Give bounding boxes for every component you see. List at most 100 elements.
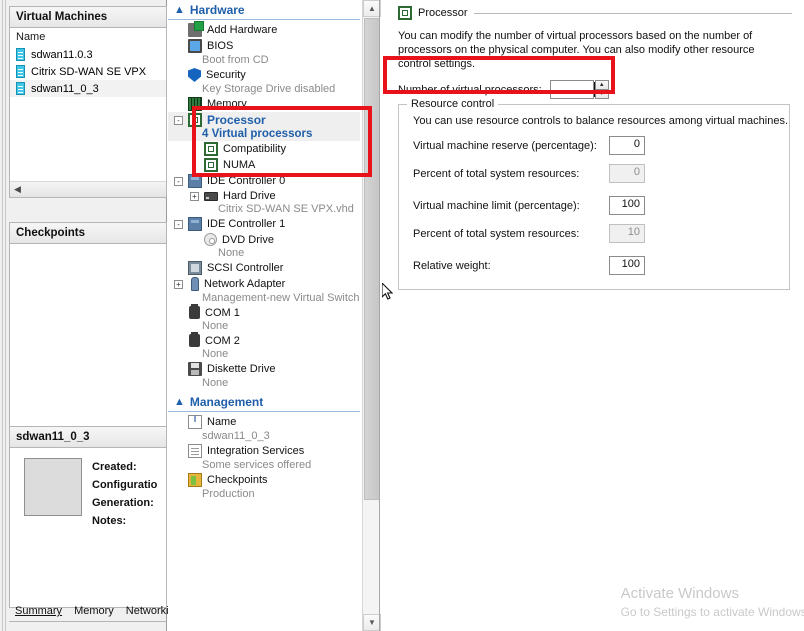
- section-header-management-label: Management: [189, 395, 264, 409]
- number-of-virtual-processors-stepper[interactable]: ▲ ▼: [549, 80, 609, 99]
- tree-node[interactable]: DVD Drive None: [168, 232, 360, 260]
- tree-node[interactable]: Memory: [168, 96, 360, 112]
- resource-control-field[interactable]: 100: [609, 196, 645, 215]
- tree-node-row[interactable]: BIOS: [168, 38, 360, 54]
- tree-node[interactable]: COM 1 None: [168, 304, 360, 333]
- tree-node-row[interactable]: SCSI Controller: [168, 260, 360, 276]
- vm-list[interactable]: sdwan11.0.3 Citrix SD-WAN SE VPX sdwan11_0…: [10, 46, 166, 97]
- tree-node-row[interactable]: + Hard Drive: [168, 189, 360, 203]
- tree-node-label: Name: [207, 416, 237, 428]
- tree-node-row[interactable]: Name: [168, 414, 360, 430]
- section-header-management[interactable]: ▲ Management: [168, 394, 360, 412]
- processor-icon: [188, 113, 202, 127]
- vm-horizontal-scrollbar[interactable]: ◀: [10, 181, 166, 197]
- collapse-icon[interactable]: -: [174, 115, 183, 125]
- tree-node[interactable]: BIOS Boot from CD: [168, 38, 360, 67]
- tree-node-row[interactable]: Integration Services: [168, 443, 360, 459]
- chevron-up-icon[interactable]: ▲: [174, 396, 185, 408]
- name-icon: [188, 414, 202, 429]
- vm-detail-tabs[interactable]: Summary Memory Networking: [9, 600, 181, 622]
- spin-down-icon[interactable]: ▼: [594, 90, 609, 99]
- hardware-node-list[interactable]: Add Hardware BIOS Boot from CD Security Key …: [168, 21, 360, 390]
- tree-node[interactable]: - IDE Controller 0: [168, 173, 360, 189]
- vm-detail-field-label: Generation:: [92, 497, 154, 509]
- tree-node[interactable]: + Network Adapter Management-new Virtual S…: [168, 276, 360, 305]
- security-icon: [188, 68, 201, 82]
- hardware-tree-scrollport[interactable]: ▲ Hardware Add Hardware BIOS Boot from CD S…: [168, 0, 360, 631]
- tree-node-label: Processor: [207, 113, 266, 127]
- tree-node[interactable]: NUMA: [168, 157, 360, 173]
- chevron-up-icon[interactable]: ▲: [174, 4, 185, 16]
- tree-node-row[interactable]: Add Hardware: [168, 21, 360, 38]
- tree-node[interactable]: Security Key Storage Drive disabled: [168, 67, 360, 96]
- collapse-icon[interactable]: -: [174, 176, 183, 186]
- com-port-icon: [189, 304, 200, 319]
- tree-node-label: Add Hardware: [207, 24, 278, 36]
- tree-node[interactable]: Checkpoints Production: [168, 472, 360, 501]
- vm-list-item-label: sdwan11_0_3: [31, 82, 99, 95]
- tree-node-row[interactable]: NUMA: [168, 157, 360, 173]
- tree-node-row[interactable]: COM 2: [168, 332, 360, 348]
- vm-detail-field-label: Notes:: [92, 515, 127, 527]
- expand-icon[interactable]: +: [190, 191, 199, 201]
- settings-window: Virtual Machines Name sdwan11.0.3 Citrix …: [0, 0, 804, 631]
- resource-control-field[interactable]: 0: [609, 136, 645, 155]
- checkpoints-body[interactable]: [9, 244, 167, 432]
- tree-node-row[interactable]: Security: [168, 67, 360, 83]
- vm-column-header-name[interactable]: Name: [10, 28, 166, 46]
- tree-node-label: Security: [206, 69, 246, 81]
- add-hardware-icon: [188, 21, 204, 37]
- vm-list-item[interactable]: sdwan11.0.3: [10, 46, 166, 63]
- tree-node-row[interactable]: Compatibility: [168, 141, 360, 157]
- management-node-list[interactable]: Name sdwan11_0_3 Integration Services Some …: [168, 414, 360, 501]
- tree-node-row[interactable]: COM 1: [168, 304, 360, 320]
- tree-node-row[interactable]: DVD Drive: [168, 232, 360, 247]
- tree-node[interactable]: - Processor 4 Virtual processors: [168, 112, 360, 141]
- section-header-hardware[interactable]: ▲ Hardware: [168, 2, 360, 20]
- tree-node[interactable]: + Hard Drive Citrix SD-WAN SE VPX.vhd: [168, 189, 360, 216]
- tab-summary[interactable]: Summary: [9, 602, 68, 621]
- tree-node-row[interactable]: - Processor: [168, 112, 360, 128]
- resource-control-field[interactable]: 100: [609, 256, 645, 275]
- tree-node[interactable]: Name sdwan11_0_3: [168, 414, 360, 443]
- tree-node[interactable]: - IDE Controller 1: [168, 216, 360, 232]
- integration-services-icon: [188, 444, 202, 458]
- vm-icon: [16, 82, 25, 95]
- tree-node-row[interactable]: - IDE Controller 1: [168, 216, 360, 232]
- pane-divider: [379, 0, 380, 631]
- com-port-icon: [189, 332, 200, 347]
- vm-detail-field-label: Configuratio: [92, 479, 158, 491]
- network-adapter-icon: [191, 277, 199, 291]
- spin-up-icon[interactable]: ▲: [594, 80, 609, 90]
- tree-node-sublabel: Citrix SD-WAN SE VPX.vhd: [218, 203, 354, 215]
- tree-node-row[interactable]: Diskette Drive: [168, 361, 360, 377]
- vm-list-item[interactable]: Citrix SD-WAN SE VPX: [10, 63, 166, 80]
- vm-detail-fields: Created: Configuratio Generation: Notes:: [92, 458, 157, 607]
- number-of-virtual-processors-input[interactable]: [549, 80, 594, 99]
- vm-detail-title: sdwan11_0_3: [9, 426, 167, 448]
- vm-list-item[interactable]: sdwan11_0_3: [10, 80, 166, 97]
- tree-node-row[interactable]: - IDE Controller 0: [168, 173, 360, 189]
- tree-node[interactable]: Diskette Drive None: [168, 361, 360, 390]
- chevron-left-icon[interactable]: ◀: [10, 182, 25, 197]
- tree-node[interactable]: Add Hardware: [168, 21, 360, 38]
- tab-memory[interactable]: Memory: [68, 602, 120, 621]
- tree-node-row[interactable]: Memory: [168, 96, 360, 112]
- tree-node-label: Hard Drive: [223, 190, 276, 202]
- hardware-tree-scrollbar[interactable]: ▲ ▼: [362, 0, 381, 631]
- spinner-buttons[interactable]: ▲ ▼: [594, 80, 609, 99]
- collapse-icon[interactable]: -: [174, 219, 183, 229]
- tree-node-label: IDE Controller 1: [207, 218, 286, 230]
- tree-node-row[interactable]: + Network Adapter: [168, 276, 360, 292]
- expand-icon[interactable]: +: [174, 279, 183, 289]
- vm-icon: [16, 48, 25, 61]
- tree-node-row[interactable]: Checkpoints: [168, 472, 360, 488]
- vm-icon: [16, 65, 25, 78]
- tree-node[interactable]: Compatibility: [168, 141, 360, 157]
- resource-control-field: 10: [609, 224, 645, 243]
- scrollbar-thumb[interactable]: [364, 18, 380, 500]
- tree-node[interactable]: COM 2 None: [168, 332, 360, 361]
- tree-node[interactable]: Integration Services Some services offere…: [168, 443, 360, 472]
- tree-node[interactable]: SCSI Controller: [168, 260, 360, 276]
- resource-control-label: Virtual machine limit (percentage):: [413, 199, 580, 212]
